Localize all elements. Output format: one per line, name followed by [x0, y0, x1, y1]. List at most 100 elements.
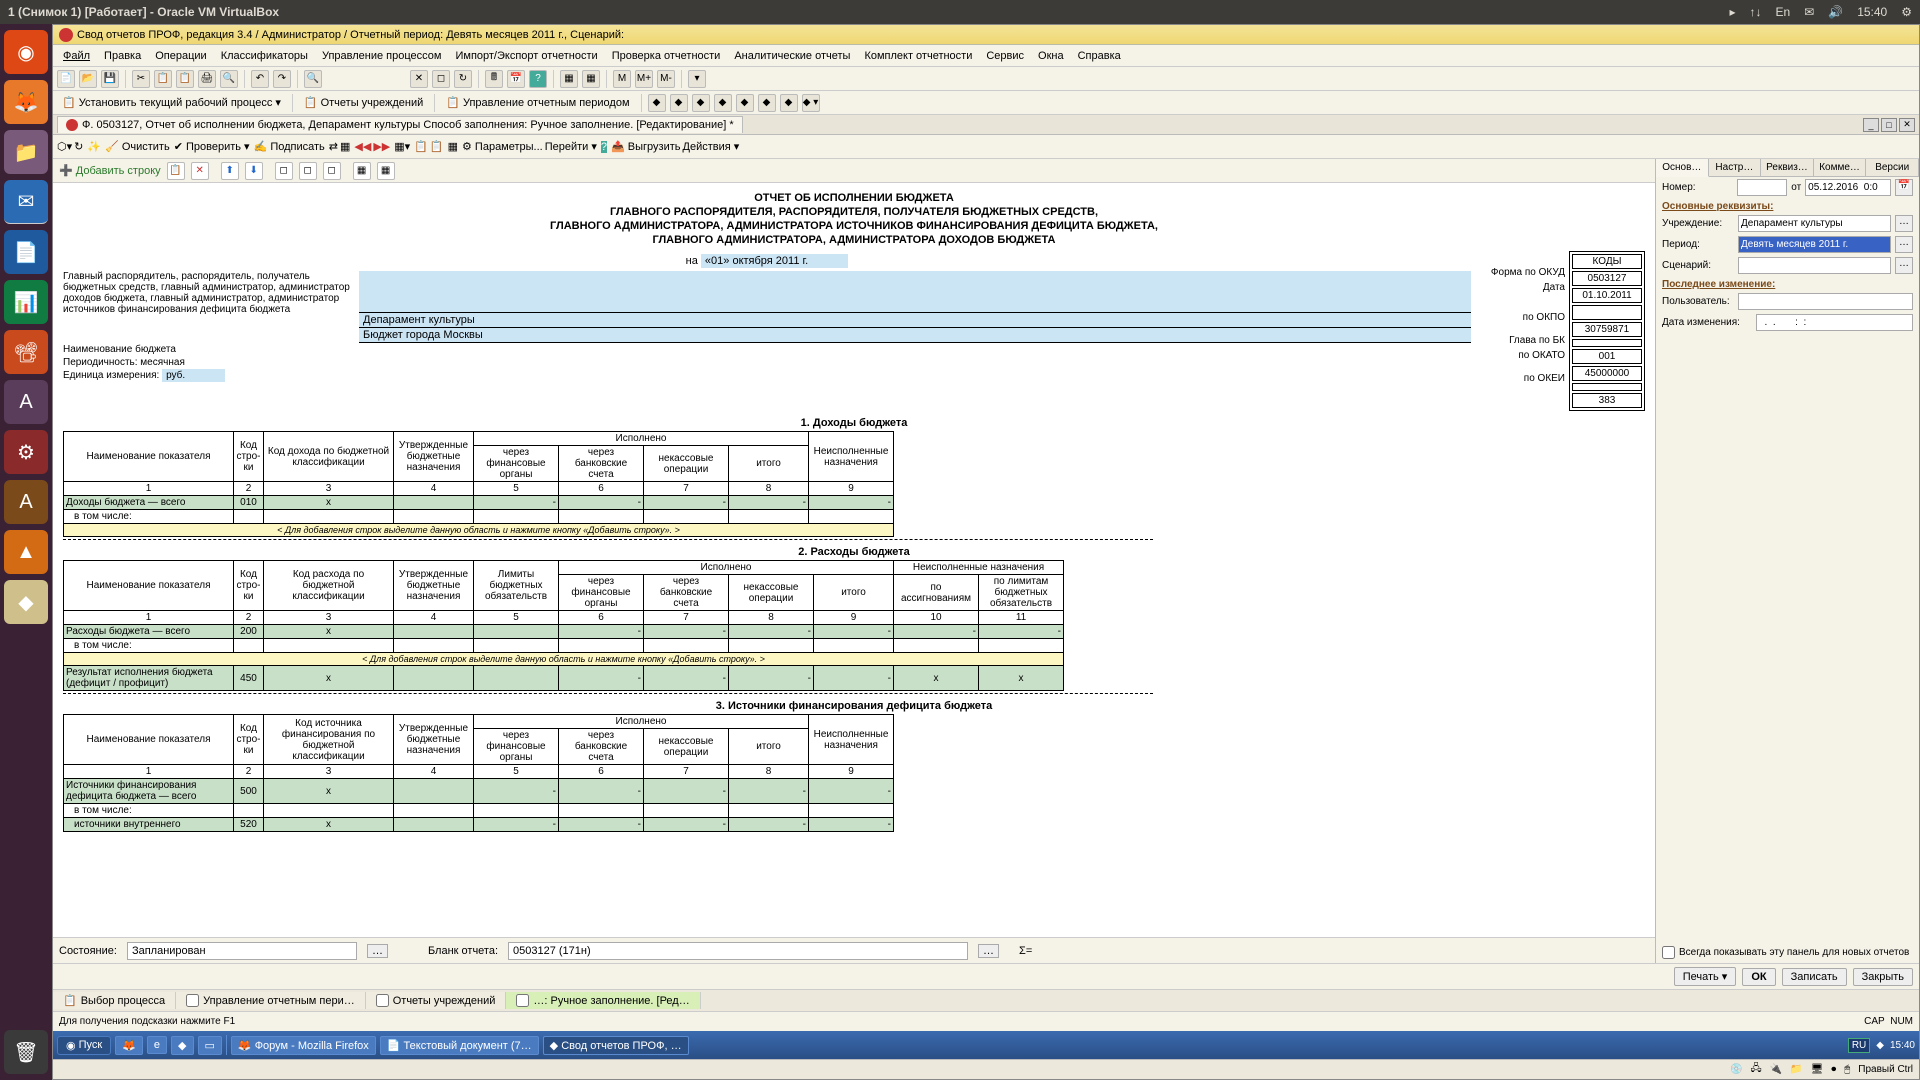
save-icon[interactable]: 💾	[101, 70, 119, 88]
tab-comments[interactable]: Комме…	[1814, 159, 1867, 176]
files-icon[interactable]: 📁	[4, 130, 48, 174]
state-picker[interactable]: …	[367, 944, 388, 958]
impress-icon[interactable]: 📽	[4, 330, 48, 374]
ql-ie-icon[interactable]: e	[147, 1036, 167, 1054]
pt-i7[interactable]: ◆	[780, 94, 798, 112]
settings-icon[interactable]: ⚙	[4, 430, 48, 474]
preview-icon[interactable]: 🔍	[220, 70, 238, 88]
menu-class[interactable]: Классификаторы	[215, 48, 314, 64]
user-input[interactable]	[1738, 293, 1913, 310]
tb-calc-icon[interactable]: 🖩	[485, 70, 503, 88]
wt-period[interactable]: Управление отчетным пери…	[176, 992, 366, 1009]
ft-i3[interactable]: ▦	[340, 140, 350, 153]
menu-check[interactable]: Проверка отчетности	[606, 48, 727, 64]
scenario-picker[interactable]: …	[1895, 257, 1913, 274]
institution-input[interactable]	[1738, 215, 1891, 232]
upload-button[interactable]: 📤 Выгрузить	[611, 140, 680, 153]
clear-button[interactable]: 🧹 Очистить	[105, 140, 170, 153]
table-row[interactable]: в том числе:	[64, 804, 894, 818]
ql-desktop-icon[interactable]: ▭	[198, 1036, 222, 1055]
ft-left-icon[interactable]: ◀◀	[354, 140, 371, 153]
thunderbird-icon[interactable]: ✉	[4, 180, 48, 224]
menu-windows[interactable]: Окна	[1032, 48, 1070, 64]
table-row[interactable]: в том числе:	[64, 510, 894, 524]
rt-i2[interactable]: ◻	[299, 162, 317, 180]
software-icon[interactable]: A	[4, 380, 48, 424]
keyboard-lang[interactable]: En	[1776, 5, 1791, 19]
copy-icon[interactable]: 📋	[154, 70, 172, 88]
tb-mplus-icon[interactable]: M+	[635, 70, 653, 88]
ft-help-icon[interactable]: ?	[601, 141, 607, 153]
number-input[interactable]	[1737, 179, 1787, 196]
calc-icon[interactable]: 📊	[4, 280, 48, 324]
report-body[interactable]: ОТЧЕТ ОБ ИСПОЛНЕНИИ БЮДЖЕТА ГЛАВНОГО РАС…	[53, 183, 1655, 937]
vlc-icon[interactable]: ▲	[4, 530, 48, 574]
params-button[interactable]: ⚙ Параметры...	[462, 140, 543, 153]
pt-i4[interactable]: ◆	[714, 94, 732, 112]
copy-row-icon[interactable]: 📋	[167, 162, 185, 180]
ft-i6[interactable]: 📋	[430, 140, 444, 153]
close-button[interactable]: Закрыть	[1853, 968, 1913, 986]
delete-row-icon[interactable]: ✕	[191, 162, 209, 180]
menu-import[interactable]: Импорт/Экспорт отчетности	[449, 48, 603, 64]
tb-refresh-icon[interactable]: ↻	[454, 70, 472, 88]
menu-process[interactable]: Управление процессом	[316, 48, 448, 64]
menu-help[interactable]: Справка	[1072, 48, 1127, 64]
menu-analytics[interactable]: Аналитические отчеты	[728, 48, 856, 64]
rt-i3[interactable]: ◻	[323, 162, 341, 180]
table-row[interactable]: в том числе:	[64, 639, 1064, 653]
ql-1c-icon[interactable]: ◆	[171, 1036, 193, 1055]
set-process-button[interactable]: 📋 Установить текущий рабочий процесс ▾	[57, 94, 286, 111]
tab-main[interactable]: Основ…	[1656, 159, 1709, 177]
ft-i2[interactable]: ⇄	[329, 140, 338, 153]
tab-versions[interactable]: Версии	[1866, 159, 1919, 176]
scenario-input[interactable]	[1738, 257, 1891, 274]
tb-mminus-icon[interactable]: M-	[657, 70, 675, 88]
menu-set[interactable]: Комплект отчетности	[858, 48, 978, 64]
mail-icon[interactable]: ✉	[1804, 5, 1814, 19]
wt-reports[interactable]: Отчеты учреждений	[366, 992, 507, 1009]
paste-icon[interactable]: 📋	[176, 70, 194, 88]
redo-icon[interactable]: ↷	[273, 70, 291, 88]
ft-refresh-icon[interactable]: ↻	[74, 140, 83, 153]
cut-icon[interactable]: ✂	[132, 70, 150, 88]
menu-ops[interactable]: Операции	[149, 48, 212, 64]
add-row-hint[interactable]: < Для добавления строк выделите данную о…	[64, 653, 1064, 666]
tray-icon1[interactable]: ◆	[1876, 1040, 1884, 1051]
ft-i1[interactable]: ⬡▾	[57, 140, 72, 153]
rt-i5[interactable]: ▦	[377, 162, 395, 180]
table-row[interactable]: Результат исполнения бюджета (дефицит / …	[64, 666, 1064, 691]
new-icon[interactable]: 📄	[57, 70, 75, 88]
active-tab[interactable]: Ф. 0503127, Отчет об исполнении бюджета,…	[57, 116, 743, 133]
firefox-icon[interactable]: 🦊	[4, 80, 48, 124]
menu-edit[interactable]: Правка	[98, 48, 147, 64]
ft-i7[interactable]: ▦	[448, 140, 458, 153]
down-icon[interactable]: ⬇	[245, 162, 263, 180]
add-row-button[interactable]: ➕ Добавить строку	[59, 164, 161, 177]
task-firefox[interactable]: 🦊 Форум - Mozilla Firefox	[231, 1036, 376, 1055]
recipient[interactable]: Депарамент культуры	[359, 313, 1471, 328]
task-document[interactable]: 📄 Текстовый документ (7…	[380, 1036, 539, 1055]
goto-button[interactable]: Перейти ▾	[545, 140, 597, 153]
inst-reports-button[interactable]: 📋 Отчеты учреждений	[299, 94, 428, 111]
tb-sq-icon[interactable]: ◻	[432, 70, 450, 88]
table-row[interactable]: Расходы бюджета — всего200x------	[64, 625, 1064, 639]
tb-m-icon[interactable]: M	[613, 70, 631, 88]
state-input[interactable]	[127, 942, 357, 960]
dash-icon[interactable]: ◉	[4, 30, 48, 74]
rt-i1[interactable]: ◻	[275, 162, 293, 180]
pt-i3[interactable]: ◆	[692, 94, 710, 112]
print-button[interactable]: Печать ▾	[1674, 967, 1737, 986]
unit-value[interactable]: руб.	[162, 369, 225, 382]
tb-cal-icon[interactable]: 📅	[507, 70, 525, 88]
tab-requisites[interactable]: Реквиз…	[1761, 159, 1814, 176]
period-input[interactable]	[1738, 236, 1891, 253]
vlc-tray-icon[interactable]: ▸	[1729, 5, 1735, 19]
task-1c[interactable]: ◆ Свод отчетов ПРОФ, …	[543, 1036, 689, 1055]
check-button[interactable]: ✔ Проверить ▾	[174, 140, 250, 153]
save-button[interactable]: Записать	[1782, 968, 1847, 986]
sign-button[interactable]: ✍ Подписать	[254, 140, 325, 153]
ft-wand-icon[interactable]: ✨	[87, 140, 101, 153]
report-date[interactable]: «01» октября 2011 г.	[701, 254, 848, 268]
volume-icon[interactable]: 🔊	[1828, 5, 1843, 19]
